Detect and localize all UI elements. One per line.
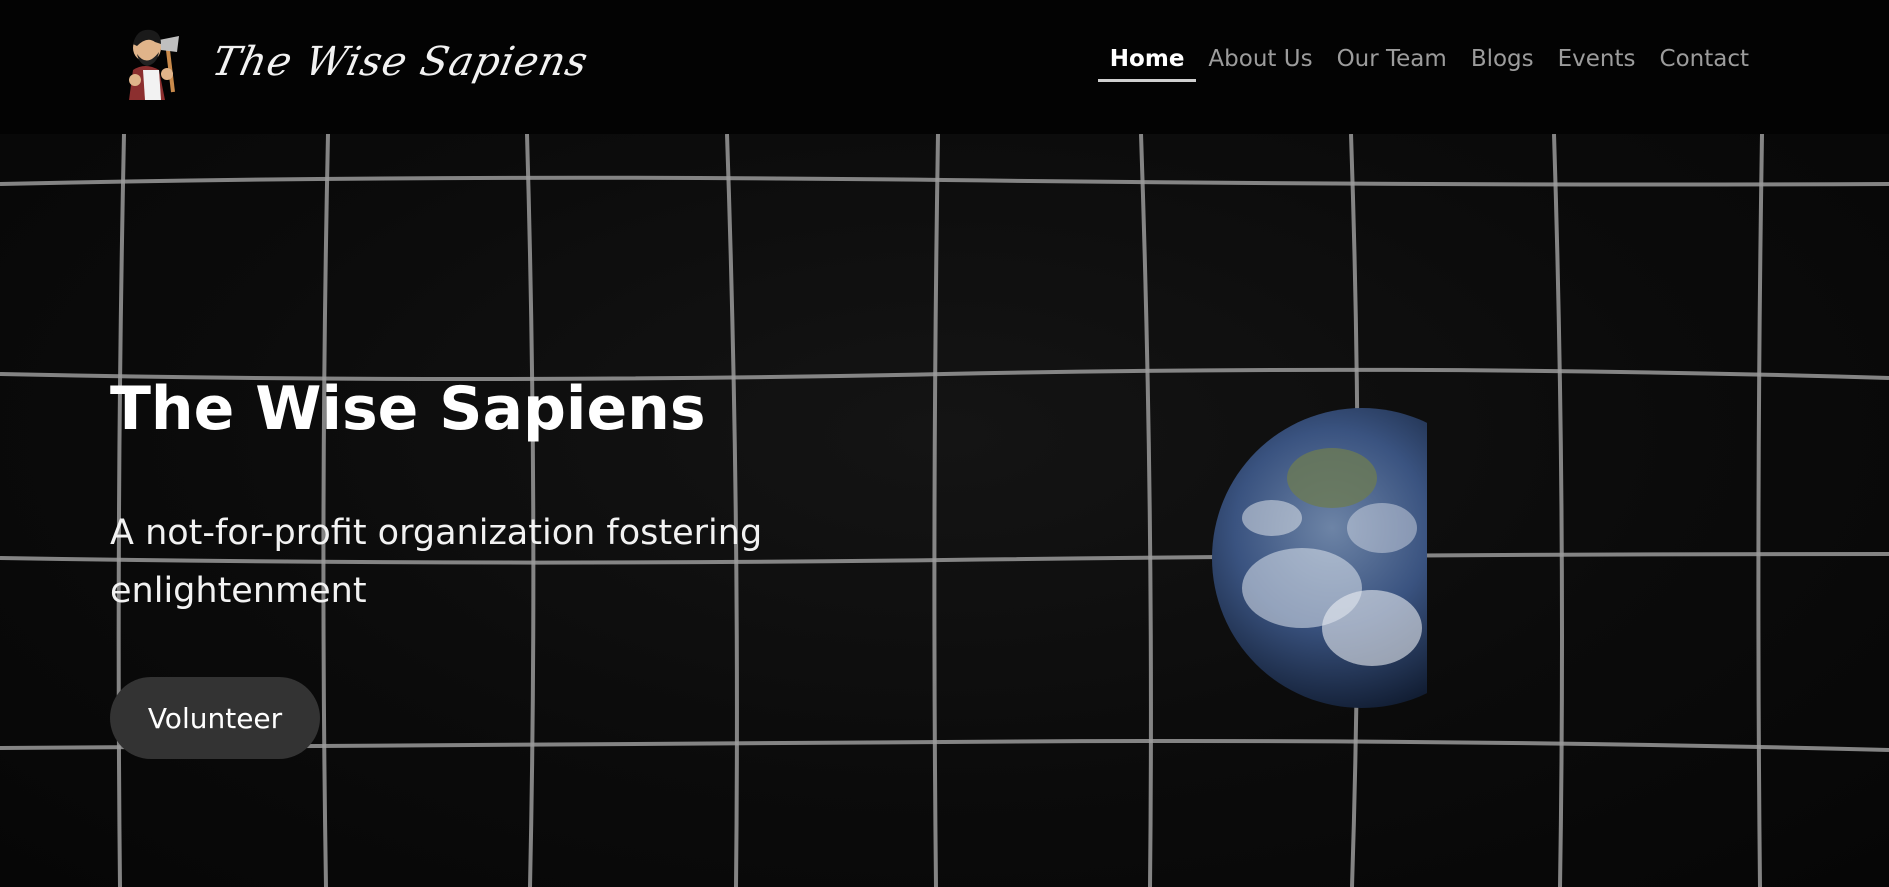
main-nav: Home About Us Our Team Blogs Events Cont… — [1097, 40, 1761, 88]
site-logo[interactable]: The Wise Sapiens — [115, 22, 592, 102]
nav-item-our-team[interactable]: Our Team — [1325, 40, 1459, 88]
hero-subtitle: A not-for-profit organization fostering … — [110, 513, 763, 611]
nav-item-blogs[interactable]: Blogs — [1459, 40, 1546, 88]
volunteer-button[interactable]: Volunteer — [110, 677, 320, 759]
nav-item-contact[interactable]: Contact — [1648, 40, 1761, 88]
logo-wordmark: The Wise Sapiens — [208, 39, 593, 85]
earth-globe-icon — [1212, 408, 1512, 708]
nav-item-home[interactable]: Home — [1097, 40, 1197, 88]
hero-section: The Wise Sapiens A not-for-profit organi… — [0, 134, 1889, 887]
nav-item-events[interactable]: Events — [1546, 40, 1648, 88]
caveman-with-axe-icon — [115, 22, 193, 102]
nav-item-about-us[interactable]: About Us — [1196, 40, 1324, 88]
hero-title: The Wise Sapiens — [110, 374, 706, 444]
site-header: The Wise Sapiens Home About Us Our Team … — [0, 0, 1889, 134]
